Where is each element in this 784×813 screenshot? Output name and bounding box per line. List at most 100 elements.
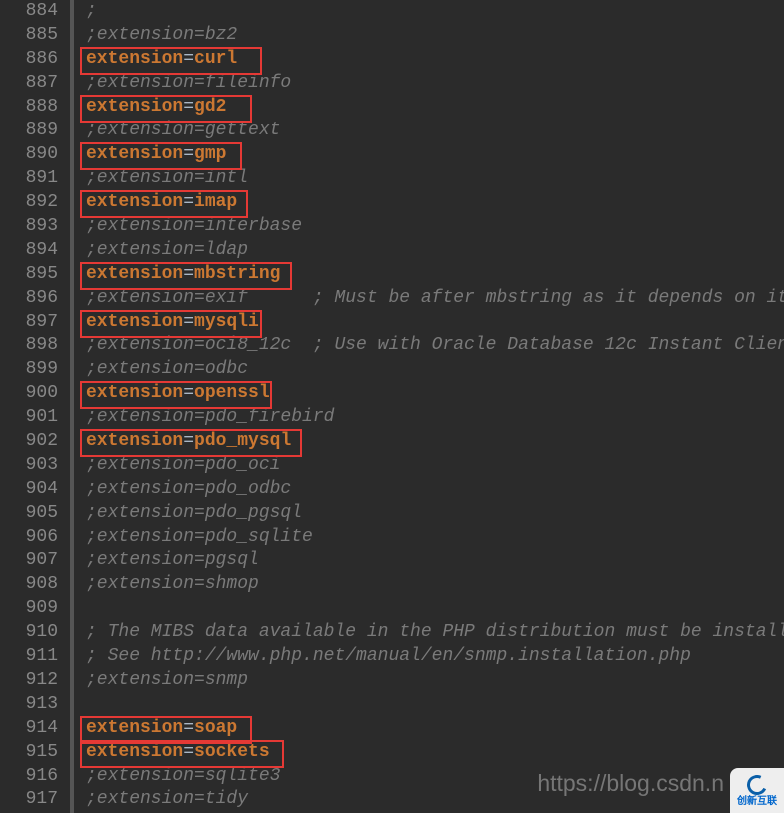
line-number: 893 (0, 215, 58, 239)
equals-sign: = (183, 97, 194, 117)
comment-text: ; (86, 1, 97, 21)
equals-sign: = (183, 431, 194, 451)
equals-sign: = (183, 49, 194, 69)
code-line[interactable]: ; See http://www.php.net/manual/en/snmp.… (86, 645, 784, 669)
comment-text: ;extension=bz2 (86, 25, 237, 45)
config-value: gmp (194, 144, 226, 164)
code-line[interactable]: extension=mysqli (86, 311, 784, 335)
line-number: 906 (0, 526, 58, 550)
line-number: 886 (0, 48, 58, 72)
comment-text: ;extension=fileinfo (86, 73, 291, 93)
equals-sign: = (183, 742, 194, 762)
code-line[interactable]: ;extension=bz2 (86, 24, 784, 48)
config-key: extension (86, 431, 183, 451)
comment-text: ;extension=pdo_pgsql (86, 503, 302, 523)
code-line[interactable]: extension=gmp (86, 143, 784, 167)
line-number: 916 (0, 765, 58, 789)
config-key: extension (86, 264, 183, 284)
line-gutter: 8848858868878888898908918928938948958968… (0, 0, 74, 813)
code-line[interactable]: extension=curl (86, 48, 784, 72)
code-line[interactable]: ;extension=snmp (86, 669, 784, 693)
code-line[interactable]: ;extension=oci8_12c ; Use with Oracle Da… (86, 334, 784, 358)
code-line[interactable]: extension=pdo_mysql (86, 430, 784, 454)
code-line[interactable]: ;extension=odbc (86, 358, 784, 382)
code-line[interactable]: extension=imap (86, 191, 784, 215)
line-number: 894 (0, 239, 58, 263)
equals-sign: = (183, 383, 194, 403)
comment-text: ;extension=exif ; Must be after mbstring… (86, 288, 784, 308)
line-number: 897 (0, 311, 58, 335)
logo-icon (744, 772, 770, 798)
code-line[interactable]: ;extension=pdo_oci (86, 454, 784, 478)
code-line[interactable]: ;extension=ldap (86, 239, 784, 263)
watermark-logo: 创新互联 (730, 768, 784, 813)
equals-sign: = (183, 144, 194, 164)
line-number: 899 (0, 358, 58, 382)
line-number: 898 (0, 334, 58, 358)
line-number: 892 (0, 191, 58, 215)
config-value: soap (194, 718, 237, 738)
line-number: 890 (0, 143, 58, 167)
config-key: extension (86, 742, 183, 762)
code-line[interactable]: extension=sockets (86, 741, 784, 765)
code-line[interactable]: extension=mbstring (86, 263, 784, 287)
code-line[interactable]: ;extension=pdo_odbc (86, 478, 784, 502)
config-key: extension (86, 49, 183, 69)
comment-text: ;extension=oci8_12c ; Use with Oracle Da… (86, 335, 784, 355)
code-line[interactable]: ;extension=pgsql (86, 549, 784, 573)
line-number: 895 (0, 263, 58, 287)
line-number: 914 (0, 717, 58, 741)
code-line[interactable]: ;extension=pdo_sqlite (86, 526, 784, 550)
code-line[interactable]: extension=openssl (86, 382, 784, 406)
config-value: openssl (194, 383, 270, 403)
code-line[interactable]: ;extension=fileinfo (86, 72, 784, 96)
comment-text: ;extension=pgsql (86, 550, 259, 570)
code-line[interactable]: extension=soap (86, 717, 784, 741)
equals-sign: = (183, 718, 194, 738)
code-line[interactable]: ; The MIBS data available in the PHP dis… (86, 621, 784, 645)
code-line[interactable]: ;extension=shmop (86, 573, 784, 597)
comment-text: ; The MIBS data available in the PHP dis… (86, 622, 784, 642)
line-number: 901 (0, 406, 58, 430)
line-number: 909 (0, 597, 58, 621)
line-number: 891 (0, 167, 58, 191)
config-value: sockets (194, 742, 270, 762)
code-area[interactable]: ;;extension=bz2extension=curl;extension=… (74, 0, 784, 813)
line-number: 908 (0, 573, 58, 597)
line-number: 912 (0, 669, 58, 693)
config-key: extension (86, 312, 183, 332)
code-line[interactable]: ;extension=interbase (86, 215, 784, 239)
line-number: 905 (0, 502, 58, 526)
comment-text: ;extension=ldap (86, 240, 248, 260)
code-line[interactable]: ;extension=pdo_firebird (86, 406, 784, 430)
config-value: curl (194, 49, 237, 69)
comment-text: ;extension=gettext (86, 120, 280, 140)
line-number: 902 (0, 430, 58, 454)
code-line[interactable]: ;extension=exif ; Must be after mbstring… (86, 287, 784, 311)
line-number: 885 (0, 24, 58, 48)
code-line[interactable]: ;extension=pdo_pgsql (86, 502, 784, 526)
line-number: 904 (0, 478, 58, 502)
comment-text: ;extension=pdo_sqlite (86, 527, 313, 547)
line-number: 913 (0, 693, 58, 717)
config-key: extension (86, 718, 183, 738)
line-number: 917 (0, 788, 58, 812)
code-line[interactable] (86, 693, 784, 717)
code-line[interactable] (86, 597, 784, 621)
line-number: 884 (0, 0, 58, 24)
config-value: mysqli (194, 312, 259, 332)
comment-text: ; See http://www.php.net/manual/en/snmp.… (86, 646, 691, 666)
config-key: extension (86, 97, 183, 117)
comment-text: ;extension=interbase (86, 216, 302, 236)
code-line[interactable]: ; (86, 0, 784, 24)
code-line[interactable]: ;extension=intl (86, 167, 784, 191)
line-number: 900 (0, 382, 58, 406)
comment-text: ;extension=tidy (86, 789, 248, 809)
comment-text: ;extension=pdo_firebird (86, 407, 334, 427)
code-line[interactable]: extension=gd2 (86, 96, 784, 120)
line-number: 896 (0, 287, 58, 311)
config-value: mbstring (194, 264, 280, 284)
config-key: extension (86, 192, 183, 212)
comment-text: ;extension=pdo_odbc (86, 479, 291, 499)
code-line[interactable]: ;extension=gettext (86, 119, 784, 143)
